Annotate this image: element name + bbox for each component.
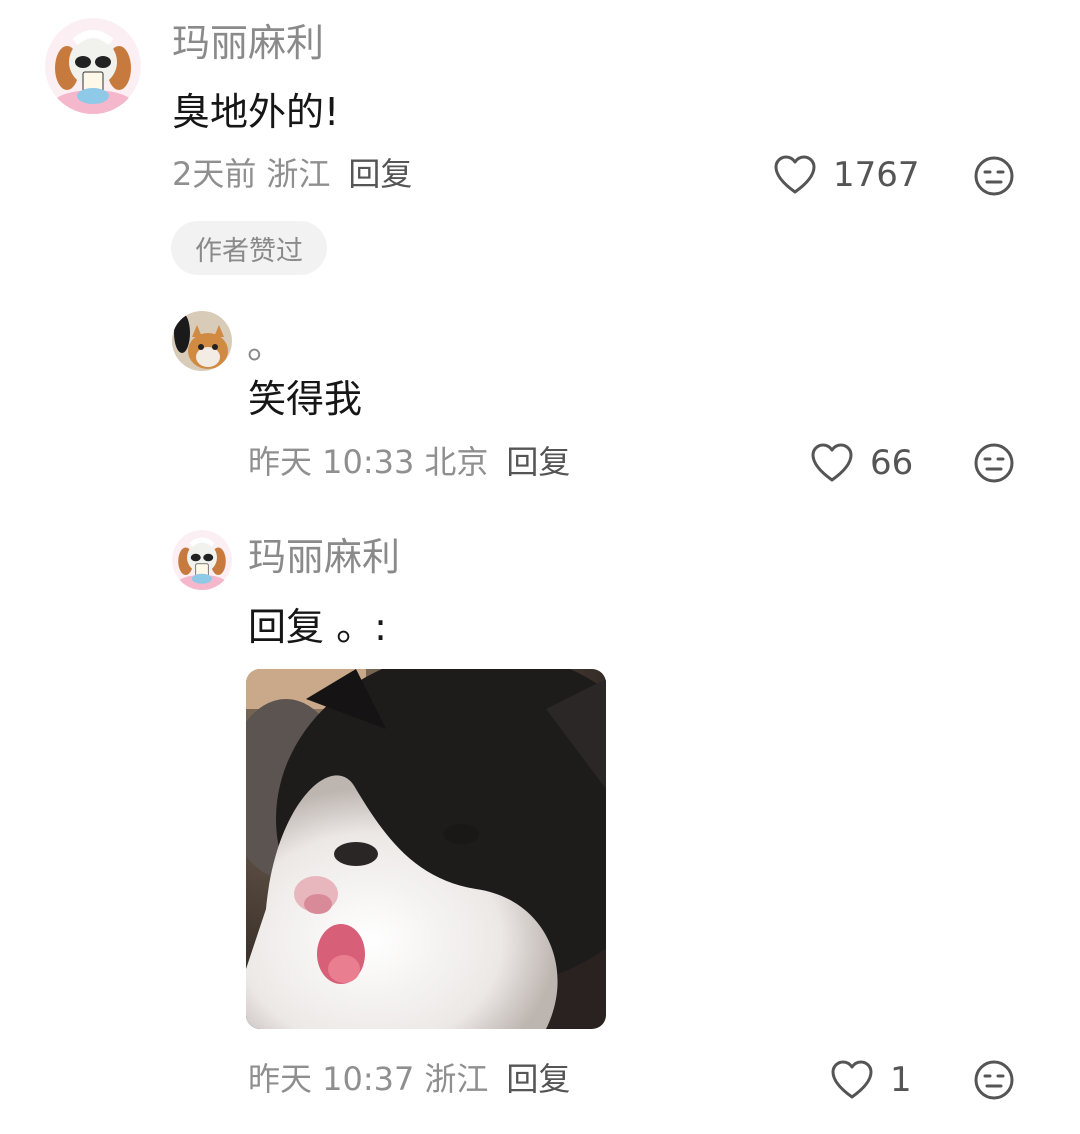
comment-image[interactable] (246, 669, 606, 1029)
dislike-button[interactable] (974, 156, 1014, 196)
comment-text: 回复 。: (248, 605, 387, 649)
cat-avatar-icon (172, 311, 232, 371)
comment-meta: 2天前 浙江 回复 (172, 158, 412, 190)
heart-outline-icon (831, 1060, 873, 1099)
comment-text: 笑得我 (248, 377, 363, 421)
username[interactable]: 玛丽麻利 (248, 538, 400, 576)
comment-meta: 昨天 10:37 浙江 回复 (248, 1063, 570, 1095)
user-avatar[interactable] (172, 311, 232, 371)
timestamp: 2天前 (172, 155, 257, 193)
like-button[interactable]: 66 (810, 442, 913, 484)
like-count: 66 (870, 443, 914, 483)
heart-outline-icon (811, 443, 853, 482)
comment-meta: 昨天 10:33 北京 回复 (248, 446, 570, 478)
neutral-face-icon (974, 443, 1014, 483)
neutral-face-icon (974, 156, 1014, 196)
dislike-button[interactable] (974, 1060, 1014, 1100)
like-count: 1 (890, 1060, 912, 1100)
like-button[interactable]: 1767 (773, 154, 920, 196)
cat-photo (246, 669, 606, 1029)
author-liked-badge: 作者赞过 (171, 221, 327, 275)
location: 浙江 (424, 1060, 489, 1098)
comment-text: 臭地外的! (172, 90, 340, 134)
reply-button[interactable]: 回复 (506, 1063, 570, 1095)
dog-avatar-icon (45, 18, 141, 114)
user-avatar[interactable] (45, 18, 141, 114)
location: 浙江 (266, 155, 331, 193)
location: 北京 (424, 443, 489, 481)
user-avatar[interactable] (172, 530, 232, 590)
dog-avatar-icon (172, 530, 232, 590)
like-button[interactable]: 1 (830, 1059, 912, 1101)
username[interactable]: 玛丽麻利 (172, 24, 324, 62)
reply-button[interactable]: 回复 (506, 446, 570, 478)
username[interactable]: 。 (247, 326, 285, 364)
heart-outline-icon (774, 155, 816, 194)
reply-button[interactable]: 回复 (348, 158, 412, 190)
timestamp: 昨天 10:33 (248, 443, 415, 481)
timestamp: 昨天 10:37 (248, 1060, 415, 1098)
dislike-button[interactable] (974, 443, 1014, 483)
neutral-face-icon (974, 1060, 1014, 1100)
like-count: 1767 (833, 155, 920, 195)
